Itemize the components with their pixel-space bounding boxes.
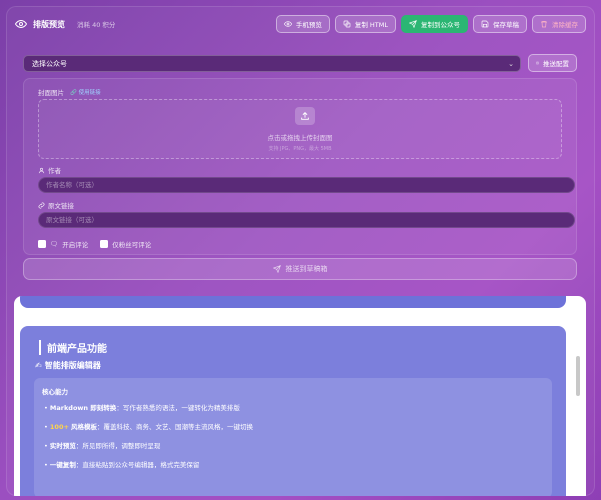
- original-link-field[interactable]: [38, 212, 575, 228]
- upload-text: 点击或拖拽上传封面图: [267, 134, 333, 142]
- copy-icon: [343, 20, 351, 28]
- save-draft-label: 保存草稿: [493, 21, 519, 29]
- author-label-row: 作者: [38, 165, 61, 175]
- upload-hint: 支持 JPG、PNG，最大 5MB: [268, 146, 332, 152]
- preview-top-card: [20, 296, 566, 308]
- push-config-button[interactable]: 推送配置: [528, 54, 577, 72]
- open-comment-option[interactable]: 🗨 开启评论: [38, 239, 88, 249]
- eye-icon: [15, 19, 27, 29]
- bullet-bold: Markdown 即刻转换: [49, 404, 117, 412]
- copy-to-mp-button[interactable]: 复制到公众号: [401, 15, 468, 33]
- preview-heading: 前端产品功能: [39, 340, 107, 355]
- bullet-bold: 一键复制: [49, 461, 76, 469]
- preview-section-card: 前端产品功能 ✍ 智能排版编辑器 核心能力 • Markdown 即刻转换：写作…: [20, 326, 566, 496]
- send-icon: [272, 265, 281, 273]
- copy-html-button[interactable]: 复制 HTML: [334, 15, 396, 33]
- copy-to-mp-label: 复制到公众号: [421, 21, 460, 29]
- fans-only-checkbox[interactable]: [100, 240, 109, 248]
- use-link-text: 使用链接: [78, 90, 101, 96]
- send-icon: [409, 20, 417, 28]
- bullet-text: ：直接粘贴到公众号编辑器，格式完美保留: [75, 461, 200, 469]
- original-label: 原文链接: [48, 202, 74, 210]
- push-to-draft-label: 推送到草稿箱: [285, 265, 328, 273]
- article-preview[interactable]: 前端产品功能 ✍ 智能排版编辑器 核心能力 • Markdown 即刻转换：写作…: [14, 296, 586, 496]
- open-comment-checkbox[interactable]: [38, 240, 46, 248]
- bullet-bold: 实时预览: [49, 442, 76, 450]
- bullet-text: ：写作者熟悉的语法，一键转化为精美排版: [116, 404, 240, 412]
- original-label-row: 原文链接: [38, 200, 74, 210]
- author-label: 作者: [48, 167, 61, 175]
- bullet-text: ：覆盖科技、商务、文艺、国潮等主流风格，一键切换: [97, 423, 253, 431]
- account-select[interactable]: 选择公众号 ⌄: [23, 55, 521, 72]
- preview-scrollbar[interactable]: [576, 356, 580, 396]
- bullet-text: ：所见即所得，调整即时呈现: [75, 442, 161, 450]
- list-item: • 100+ 风格模板：覆盖科技、商务、文艺、国潮等主流风格，一键切换: [44, 423, 253, 431]
- push-config-label: 推送配置: [543, 60, 569, 68]
- open-comment-label: 开启评论: [62, 241, 89, 249]
- bullet-highlight: 100+: [49, 423, 69, 431]
- comment-icon: 🗨: [50, 240, 59, 248]
- toolbar-buttons: 手机预览 复制 HTML 复制到公众号 保存草稿 清除缓存: [275, 15, 586, 33]
- eye-icon: [283, 21, 292, 27]
- list-item: • Markdown 即刻转换：写作者熟悉的语法，一键转化为精美排版: [44, 404, 240, 412]
- user-icon: [38, 167, 45, 173]
- original-link-input[interactable]: [46, 216, 574, 224]
- save-draft-button[interactable]: 保存草稿: [473, 15, 527, 33]
- toolbar-title-group: 排版预览 消耗 40 积分: [15, 18, 115, 30]
- list-item: • 实时预览：所见即所得，调整即时呈现: [44, 442, 161, 450]
- cover-label: 封面图片: [38, 89, 64, 97]
- feature-section-title: 核心能力: [42, 388, 68, 396]
- clear-cache-button[interactable]: 清除缓存: [532, 15, 586, 33]
- credit-cost: 消耗 40 积分: [77, 21, 116, 29]
- cover-upload-dropzone[interactable]: 点击或拖拽上传封面图 支持 JPG、PNG，最大 5MB: [38, 99, 562, 159]
- image-icon: [536, 61, 539, 65]
- author-input[interactable]: [46, 181, 574, 189]
- preview-subheading-row: ✍ 智能排版编辑器: [35, 360, 101, 371]
- link-icon: [38, 202, 45, 208]
- chevron-down-icon: ⌄: [508, 60, 514, 68]
- trash-icon: [541, 21, 547, 28]
- list-item: • 一键复制：直接粘贴到公众号编辑器，格式完美保留: [44, 461, 200, 469]
- mobile-preview-button[interactable]: 手机预览: [275, 15, 330, 33]
- clear-cache-label: 清除缓存: [552, 21, 578, 29]
- preview-feature-box: 核心能力 • Markdown 即刻转换：写作者熟悉的语法，一键转化为精美排版 …: [34, 378, 552, 496]
- comment-options: 🗨 开启评论 仅粉丝可评论: [38, 239, 151, 249]
- page-title: 排版预览: [33, 19, 65, 29]
- account-select-value: 选择公众号: [32, 59, 67, 68]
- copy-html-label: 复制 HTML: [354, 21, 388, 29]
- preview-subheading: 智能排版编辑器: [44, 361, 101, 370]
- fans-only-label: 仅粉丝可评论: [112, 241, 152, 249]
- author-field[interactable]: [38, 177, 575, 193]
- mobile-preview-label: 手机预览: [295, 21, 322, 29]
- upload-icon: [295, 107, 315, 125]
- push-form: 封面图片 🔗 使用链接 点击或拖拽上传封面图 支持 JPG、PNG，最大 5MB…: [23, 78, 577, 255]
- save-icon: [481, 20, 489, 28]
- push-to-draft-button[interactable]: 推送到草稿箱: [23, 258, 577, 280]
- preview-panel: 排版预览 消耗 40 积分 手机预览 复制 HTML 复制到公众号 保存草稿 清…: [6, 6, 595, 496]
- bullet-bold: 风格模板: [71, 423, 97, 431]
- cover-label-row: 封面图片 🔗 使用链接: [38, 87, 101, 97]
- use-link-link[interactable]: 🔗 使用链接: [70, 88, 101, 96]
- writing-hand-icon: ✍: [35, 361, 42, 370]
- fans-only-option[interactable]: 仅粉丝可评论: [100, 239, 151, 249]
- toolbar: 排版预览 消耗 40 积分 手机预览 复制 HTML 复制到公众号 保存草稿 清…: [6, 6, 595, 42]
